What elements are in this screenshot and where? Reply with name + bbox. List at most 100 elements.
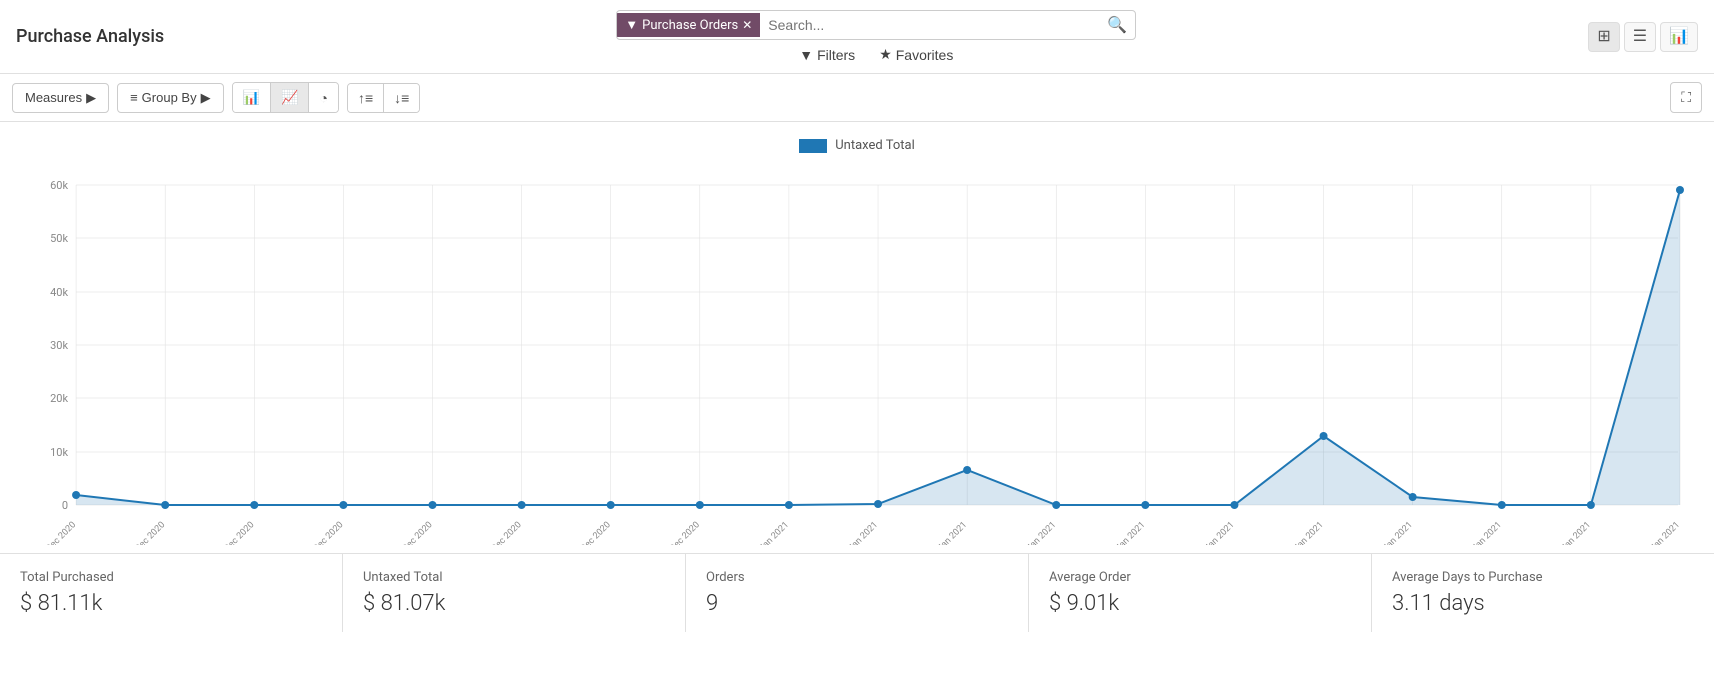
stat-untaxed-total-label: Untaxed Total [363, 570, 665, 585]
svg-text:04 Jan 2021: 04 Jan 2021 [1016, 520, 1058, 545]
page-title: Purchase Analysis [16, 26, 164, 47]
expand-button[interactable]: ⛶ [1670, 82, 1702, 113]
svg-text:60k: 60k [50, 179, 68, 192]
data-point-11 [1052, 501, 1060, 509]
filter-tag-label: Purchase Orders [642, 18, 738, 33]
chart-container: 60k 50k 40k 30k 20k 10k 0 [16, 165, 1698, 545]
chart-svg: 60k 50k 40k 30k 20k 10k 0 [16, 165, 1698, 545]
svg-text:31 Dec 2020: 31 Dec 2020 [659, 520, 702, 545]
svg-text:03 Jan 2021: 03 Jan 2021 [927, 520, 969, 545]
stat-average-order: Average Order $ 9.01k [1029, 554, 1372, 632]
data-point-5 [518, 501, 526, 509]
line-chart-button[interactable]: 📈 [271, 83, 309, 112]
stat-average-order-label: Average Order [1049, 570, 1351, 585]
data-point-15 [1409, 493, 1417, 501]
chart-type-group: 📊 📈 ◔ [232, 82, 339, 113]
svg-text:01 Jan 2021: 01 Jan 2021 [749, 520, 791, 545]
view-switcher: ⊞ ☰ 📊 [1588, 22, 1698, 52]
stat-avg-days: Average Days to Purchase 3.11 days [1372, 554, 1714, 632]
page-wrapper: Purchase Analysis ▼ Purchase Orders ✕ 🔍 … [0, 0, 1714, 632]
svg-text:05 Jan 2021: 05 Jan 2021 [1105, 520, 1147, 545]
stat-orders-value: 9 [706, 591, 1008, 616]
header-center: ▼ Purchase Orders ✕ 🔍 ▼ Filters ★ Favori… [616, 10, 1136, 63]
stat-total-purchased-label: Total Purchased [20, 570, 322, 585]
svg-text:09 Jan 2021: 09 Jan 2021 [1462, 520, 1504, 545]
data-point-3 [339, 501, 347, 509]
favorites-button[interactable]: ★ Favorites [879, 46, 953, 63]
header: Purchase Analysis ▼ Purchase Orders ✕ 🔍 … [0, 0, 1714, 74]
stat-orders: Orders 9 [686, 554, 1029, 632]
data-point-4 [428, 501, 436, 509]
data-point-7 [696, 501, 704, 509]
chart-legend: Untaxed Total [16, 138, 1698, 153]
group-by-chevron-icon: ▶ [201, 90, 211, 106]
data-point-18 [1676, 186, 1684, 194]
stat-avg-days-label: Average Days to Purchase [1392, 570, 1694, 585]
svg-text:07 Jan 2021: 07 Jan 2021 [1283, 520, 1325, 545]
filters-button[interactable]: ▼ Filters [799, 47, 855, 63]
data-point-9 [874, 500, 882, 508]
svg-text:0: 0 [62, 499, 68, 512]
search-button[interactable]: 🔍 [1099, 11, 1135, 39]
sort-group: ↑≡ ↓≡ [347, 83, 420, 113]
svg-text:10 Jan 2021: 10 Jan 2021 [1551, 520, 1593, 545]
svg-text:40k: 40k [50, 286, 68, 299]
search-bar: ▼ Purchase Orders ✕ 🔍 [616, 10, 1136, 40]
svg-text:20k: 20k [50, 392, 68, 405]
sort-desc-button[interactable]: ↓≡ [384, 84, 419, 112]
svg-text:30k: 30k [50, 339, 68, 352]
svg-text:26 Dec 2020: 26 Dec 2020 [214, 520, 257, 545]
data-point-13 [1230, 501, 1238, 509]
svg-text:50k: 50k [50, 232, 68, 245]
stat-untaxed-total: Untaxed Total $ 81.07k [343, 554, 686, 632]
stat-total-purchased: Total Purchased $ 81.11k [0, 554, 343, 632]
favorites-label: Favorites [896, 47, 954, 63]
svg-text:29 Dec 2020: 29 Dec 2020 [481, 520, 524, 545]
svg-text:28 Dec 2020: 28 Dec 2020 [392, 520, 435, 545]
data-point-14 [1320, 432, 1328, 440]
group-by-button[interactable]: ≡ Group By ▶ [117, 83, 224, 113]
measures-button[interactable]: Measures ▶ [12, 83, 109, 113]
data-point-2 [250, 501, 258, 509]
filter-tag-close[interactable]: ✕ [742, 18, 752, 32]
bar-chart-button[interactable]: 📊 [233, 83, 271, 112]
stats-footer: Total Purchased $ 81.11k Untaxed Total $… [0, 553, 1714, 632]
pie-chart-button[interactable]: ◔ [309, 83, 337, 112]
data-point-6 [607, 501, 615, 509]
pivot-view-button[interactable]: ⊞ [1588, 22, 1619, 52]
toolbar: Measures ▶ ≡ Group By ▶ 📊 📈 ◔ ↑≡ ↓≡ ⛶ [0, 74, 1714, 122]
svg-text:08 Jan 2021: 08 Jan 2021 [1373, 520, 1415, 545]
svg-text:27 Dec 2020: 27 Dec 2020 [303, 520, 346, 545]
svg-text:30 Dec 2020: 30 Dec 2020 [570, 520, 613, 545]
filter-funnel-icon: ▼ [799, 47, 813, 63]
filters-label: Filters [817, 47, 855, 63]
svg-text:02 Jan 2021: 02 Jan 2021 [838, 520, 880, 545]
filter-icon: ▼ [625, 17, 638, 33]
legend-color-swatch [799, 139, 827, 153]
data-point-1 [161, 501, 169, 509]
stat-avg-days-value: 3.11 days [1392, 591, 1694, 616]
filter-tag: ▼ Purchase Orders ✕ [617, 13, 760, 37]
stat-orders-label: Orders [706, 570, 1008, 585]
measures-label: Measures [25, 90, 82, 105]
svg-text:24 Dec 2020: 24 Dec 2020 [36, 520, 79, 545]
filter-row: ▼ Filters ★ Favorites [799, 46, 953, 63]
star-icon: ★ [879, 46, 892, 63]
svg-text:06 Jan 2021: 06 Jan 2021 [1194, 520, 1236, 545]
sort-asc-button[interactable]: ↑≡ [348, 84, 384, 112]
toolbar-right: ⛶ [1670, 82, 1702, 113]
data-point-16 [1498, 501, 1506, 509]
data-point-8 [785, 501, 793, 509]
legend-label: Untaxed Total [835, 138, 914, 153]
list-icon: ≡ [130, 90, 138, 105]
chart-view-button[interactable]: 📊 [1660, 22, 1698, 52]
data-point-12 [1141, 501, 1149, 509]
stat-untaxed-total-value: $ 81.07k [363, 591, 665, 616]
search-input[interactable] [760, 13, 1099, 37]
data-point-10 [963, 466, 971, 474]
stat-average-order-value: $ 9.01k [1049, 591, 1351, 616]
svg-text:11 Jan 2021: 11 Jan 2021 [1640, 520, 1682, 545]
data-point-17 [1587, 501, 1595, 509]
measures-chevron-icon: ▶ [86, 90, 96, 106]
list-view-button[interactable]: ☰ [1624, 22, 1656, 52]
